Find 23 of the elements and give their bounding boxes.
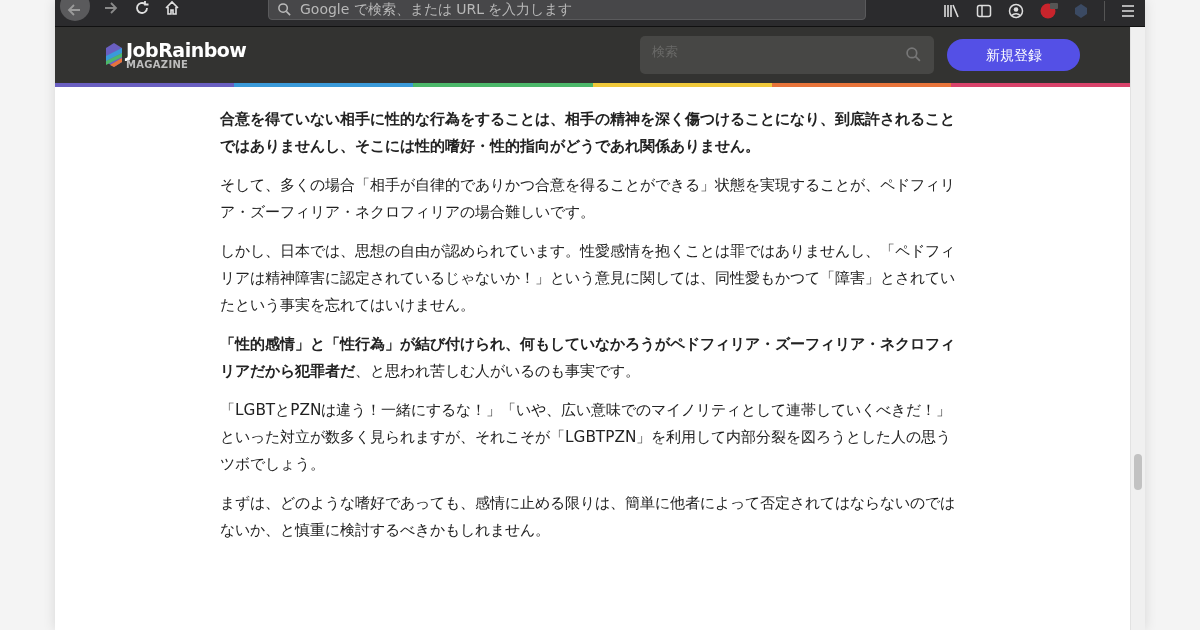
reload-icon[interactable] bbox=[134, 0, 150, 16]
library-icon[interactable] bbox=[943, 3, 960, 19]
article-paragraph: しかし、日本では、思想の自由が認められています。性愛感情を抱くことは罪ではありませんし、「ペドフィリアは精神障害に認定されているじゃないか！」という意見に関しては、同性愛もかつて「障害」とされていたという事実を忘れてはいけません。 bbox=[220, 241, 956, 316]
sidebar-icon[interactable] bbox=[976, 3, 992, 19]
menu-icon[interactable] bbox=[1121, 4, 1135, 18]
logo-icon bbox=[105, 42, 123, 68]
logo-title: JobRainbow bbox=[126, 40, 247, 60]
forward-arrow-icon[interactable] bbox=[102, 0, 118, 16]
home-icon[interactable] bbox=[164, 0, 180, 16]
article-paragraph: まずは、どのような嗜好であっても、感情に止める限りは、簡単に他者によって否定されてはならないのではないか、と慎重に検討するべきかもしれません。 bbox=[220, 493, 956, 541]
back-arrow-icon bbox=[67, 2, 83, 18]
account-icon[interactable] bbox=[1008, 3, 1024, 19]
search-icon bbox=[905, 46, 922, 63]
scrollbar-thumb[interactable] bbox=[1134, 454, 1142, 490]
article-paragraph: 「性的感情」と「性行為」が結び付けられ、何もしていなかろうがペドフィリア・ズーフィリア・ネクロフィリアだから犯罪者だ、と思われ苦しむ人がいるのも事実です。 bbox=[220, 334, 956, 382]
back-button[interactable] bbox=[60, 0, 90, 21]
adblock-icon[interactable] bbox=[1040, 3, 1058, 19]
signup-button[interactable]: 新規登録 bbox=[947, 39, 1080, 71]
article-paragraph: 合意を得ていない相手に性的な行為をすることは、相手の精神を深く傷つけることになり、到底許されることではありませんし、そこには性的嗜好・性的指向がどうであれ関係ありません。 bbox=[220, 109, 956, 157]
article-paragraph: 「LGBTとPZNは違う！一緒にするな！」「いや、広い意味でのマイノリティとして連帯していくべきだ！」といった対立が数多く見られますが、それこそが「LGBTPZN」を利用して内部分裂を図ろうとした人の思うツボでしょう。 bbox=[220, 400, 953, 475]
article-paragraph: そして、多くの場合「相手が自律的でありかつ合意を得ることができる」状態を実現することが、ペドフィリア・ズーフィリア・ネクロフィリアの場合難しいです。 bbox=[220, 175, 956, 223]
scrollbar[interactable] bbox=[1130, 27, 1145, 630]
search-icon bbox=[277, 2, 292, 17]
